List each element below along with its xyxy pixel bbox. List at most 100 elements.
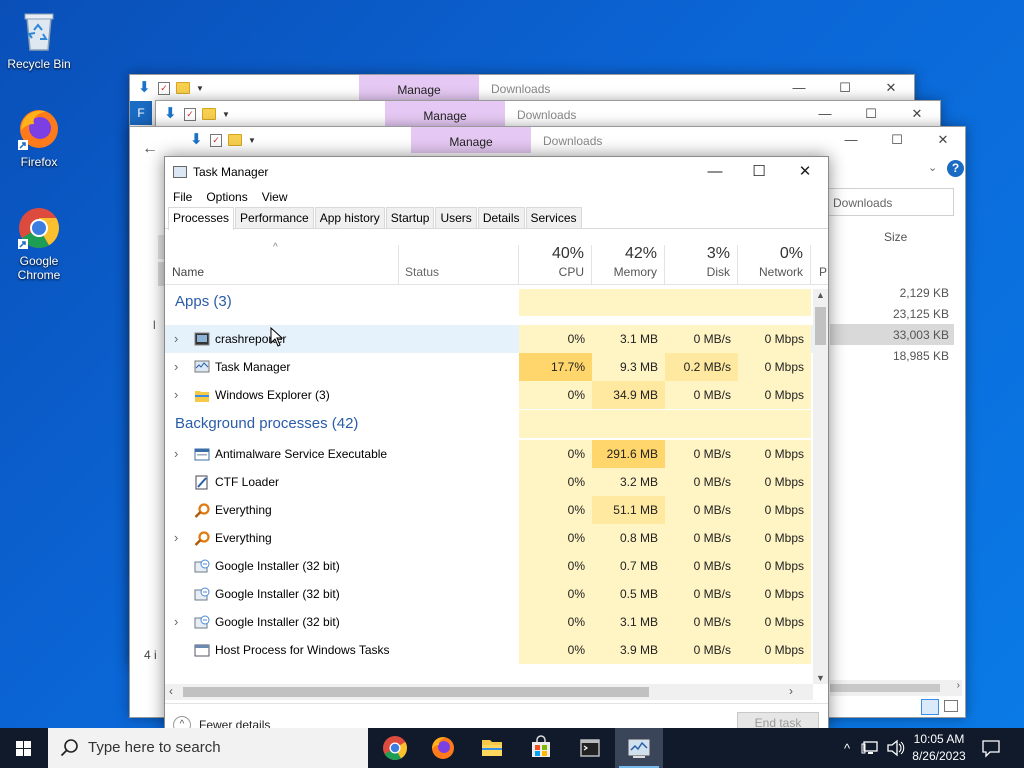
desktop-icon-chrome[interactable]: Google Chrome	[1, 205, 77, 282]
close-button[interactable]: ✕	[920, 127, 966, 153]
scroll-down-arrow-icon[interactable]: ▼	[816, 673, 825, 683]
tab-users[interactable]: Users	[435, 207, 477, 228]
tab-processes[interactable]: Processes	[168, 207, 235, 230]
column-header-size[interactable]: Size	[884, 230, 907, 244]
scroll-thumb[interactable]	[183, 687, 649, 697]
expand-chevron-icon[interactable]: ›	[174, 440, 178, 468]
taskbar-terminal[interactable]	[566, 728, 614, 768]
maximize-button[interactable]: ☐	[874, 127, 920, 153]
expand-chevron-icon[interactable]: ›	[174, 524, 178, 552]
taskbar-task-manager[interactable]	[615, 728, 663, 768]
process-row[interactable]: › Windows Explorer (3) 0% 34.9 MB 0 MB/s 0 Mb…	[165, 381, 813, 409]
menu-view[interactable]: View	[260, 187, 296, 207]
clock[interactable]: 10:05 AM 8/26/2023	[908, 728, 970, 768]
horizontal-scrollbar[interactable]: ›	[830, 680, 962, 696]
explorer-titlebar[interactable]: ⬇ ✓ ▼ Manage Downloads — ☐ ✕	[182, 127, 965, 153]
process-row[interactable]: › Task Manager 17.7% 9.3 MB 0.2 MB/s 0 Mbps	[165, 353, 813, 381]
process-row[interactable]: Google Installer (32 bit) 0% 0.5 MB 0 MB/s 0…	[165, 580, 813, 608]
process-row[interactable]: CTF Loader 0% 3.2 MB 0 MB/s 0 Mbps	[165, 468, 813, 496]
scroll-right-arrow-icon[interactable]: ›	[957, 680, 960, 691]
taskbar-chrome[interactable]	[371, 728, 419, 768]
column-header-memory[interactable]: 42% Memory	[592, 245, 665, 285]
close-button[interactable]: ✕	[868, 75, 914, 101]
menu-file[interactable]: File	[171, 187, 200, 207]
large-icons-view-icon[interactable]	[944, 700, 958, 712]
column-header-disk[interactable]: 3% Disk	[665, 245, 738, 285]
new-folder-icon[interactable]	[228, 134, 242, 146]
new-folder-icon[interactable]	[176, 82, 190, 94]
search-box[interactable]: Downloads	[824, 188, 954, 216]
file-tab[interactable]: F	[130, 101, 152, 125]
details-view-icon[interactable]	[921, 699, 939, 715]
task-manager-window[interactable]: Task Manager — ☐ ✕ File Options View Pro…	[164, 156, 829, 731]
column-header-power[interactable]: P	[811, 245, 828, 285]
download-arrow-icon[interactable]: ⬇	[190, 132, 204, 148]
explorer-titlebar[interactable]: ⬇ ✓ ▼ Manage Downloads — ☐ ✕	[156, 101, 940, 127]
quick-access-dropdown-icon[interactable]: ▼	[222, 110, 230, 119]
tray-overflow-chevron[interactable]: ^	[838, 728, 856, 768]
tab-performance[interactable]: Performance	[235, 207, 314, 228]
back-arrow-icon[interactable]: ←	[142, 140, 158, 158]
tab-app-history[interactable]: App history	[314, 207, 385, 228]
network-icon[interactable]	[860, 728, 882, 768]
maximize-button[interactable]: ☐	[848, 101, 894, 127]
help-icon[interactable]: ?	[947, 160, 964, 177]
expand-chevron-icon[interactable]: ›	[174, 608, 178, 636]
scroll-thumb[interactable]	[830, 684, 940, 692]
scroll-thumb[interactable]	[815, 307, 826, 345]
volume-icon[interactable]	[884, 728, 906, 768]
column-header-network[interactable]: 0% Network	[738, 245, 811, 285]
properties-check-icon[interactable]: ✓	[184, 107, 196, 121]
quick-access-dropdown-icon[interactable]: ▼	[196, 84, 204, 93]
scroll-left-arrow-icon[interactable]: ‹	[169, 684, 173, 698]
maximize-button[interactable]: ☐	[736, 157, 782, 187]
manage-tab[interactable]: Manage	[359, 75, 479, 101]
manage-tab[interactable]: Manage	[385, 101, 505, 127]
scroll-up-arrow-icon[interactable]: ▲	[816, 290, 825, 300]
column-header-name[interactable]: Name	[165, 245, 399, 285]
taskbar-store[interactable]	[517, 728, 565, 768]
taskbar-search-box[interactable]: Type here to search	[48, 728, 368, 768]
properties-check-icon[interactable]: ✓	[158, 81, 170, 95]
horizontal-scrollbar[interactable]: ‹ ›	[165, 684, 813, 700]
start-button[interactable]	[0, 728, 48, 768]
quick-access-dropdown-icon[interactable]: ▼	[248, 136, 256, 145]
desktop-icon-recycle-bin[interactable]: Recycle Bin	[1, 8, 77, 71]
ribbon-expand-icon[interactable]: ⌄	[928, 161, 937, 174]
maximize-button[interactable]: ☐	[822, 75, 868, 101]
minimize-button[interactable]: —	[692, 157, 738, 187]
properties-check-icon[interactable]: ✓	[210, 133, 222, 147]
tab-startup[interactable]: Startup	[385, 207, 435, 228]
desktop-icon-firefox[interactable]: Firefox	[1, 106, 77, 169]
minimize-button[interactable]: —	[802, 101, 848, 127]
manage-tab[interactable]: Manage	[411, 127, 531, 153]
process-row[interactable]: › Everything 0% 0.8 MB 0 MB/s 0 Mbps	[165, 524, 813, 552]
column-header-status[interactable]: Status	[399, 245, 519, 285]
taskbar-firefox[interactable]	[419, 728, 467, 768]
tab-details[interactable]: Details	[477, 207, 525, 228]
process-row[interactable]: Host Process for Windows Tasks 0% 3.9 MB 0 …	[165, 636, 813, 664]
download-arrow-icon[interactable]: ⬇	[164, 106, 178, 122]
taskbar-file-explorer[interactable]	[468, 728, 516, 768]
menu-options[interactable]: Options	[204, 187, 255, 207]
close-button[interactable]: ✕	[894, 101, 940, 127]
expand-chevron-icon[interactable]: ›	[174, 325, 178, 353]
expand-chevron-icon[interactable]: ›	[174, 381, 178, 409]
process-row[interactable]: › crashreporter 0% 3.1 MB 0 MB/s 0 Mbps	[165, 325, 813, 353]
process-row[interactable]: › Google Installer (32 bit) 0% 3.1 MB 0 MB/s…	[165, 608, 813, 636]
tab-services[interactable]: Services	[525, 207, 582, 228]
column-header-cpu[interactable]: 40% CPU	[519, 245, 592, 285]
action-center-icon[interactable]	[978, 728, 1004, 768]
minimize-button[interactable]: —	[828, 127, 874, 153]
download-arrow-icon[interactable]: ⬇	[138, 80, 152, 96]
new-folder-icon[interactable]	[202, 108, 216, 120]
expand-chevron-icon[interactable]: ›	[174, 353, 178, 381]
close-button[interactable]: ✕	[782, 157, 828, 187]
explorer-titlebar[interactable]: ⬇ ✓ ▼ Manage Downloads — ☐ ✕	[130, 75, 914, 101]
task-manager-titlebar[interactable]: Task Manager — ☐ ✕	[165, 157, 828, 187]
process-row[interactable]: Everything 0% 51.1 MB 0 MB/s 0 Mbps	[165, 496, 813, 524]
vertical-scrollbar[interactable]: ▲ ▼	[813, 289, 828, 684]
scroll-right-arrow-icon[interactable]: ›	[789, 684, 793, 698]
process-row[interactable]: › Antimalware Service Executable 0% 291.6 M…	[165, 440, 813, 468]
minimize-button[interactable]: —	[776, 75, 822, 101]
